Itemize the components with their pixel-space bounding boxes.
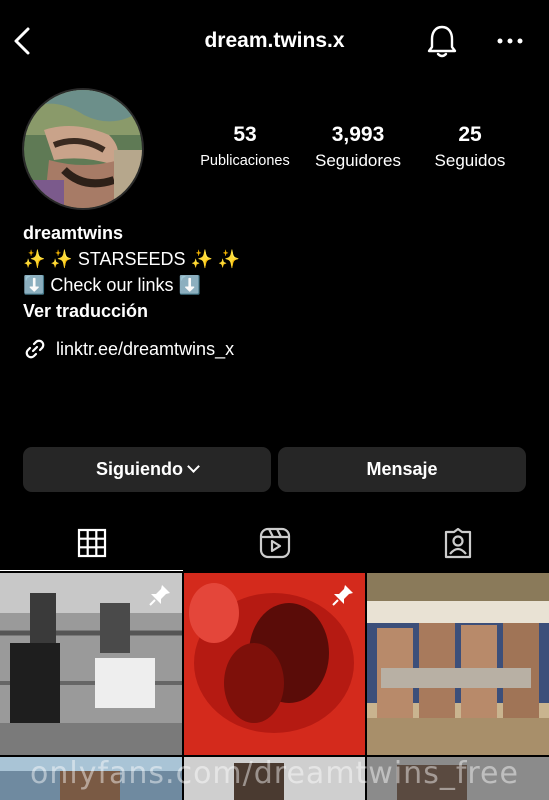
followers-count-value: 3,993 bbox=[331, 123, 385, 146]
posts-count[interactable]: 53 Publicaciones bbox=[192, 122, 298, 174]
posts-count-value: 53 bbox=[233, 123, 257, 146]
tab-reels[interactable] bbox=[183, 515, 366, 571]
bio-line: ✨ ✨ STARSEEDS ✨ ✨ bbox=[23, 249, 241, 269]
reels-icon bbox=[259, 527, 290, 559]
avatar[interactable] bbox=[22, 88, 144, 210]
more-horizontal-icon[interactable] bbox=[494, 28, 526, 54]
following-count[interactable]: 25 Seguidos bbox=[422, 122, 518, 174]
bio-line: ⬇️ Check our links ⬇️ bbox=[23, 275, 201, 295]
display-name: dreamtwins bbox=[23, 223, 124, 243]
post-thumbnail[interactable] bbox=[184, 573, 365, 755]
following-button-label: Siguiendo bbox=[96, 459, 183, 479]
pin-icon bbox=[149, 585, 170, 606]
post-thumbnail[interactable] bbox=[0, 573, 182, 755]
profile-username: dream.twins.x bbox=[204, 29, 345, 52]
message-button-label: Mensaje bbox=[366, 459, 438, 479]
profile-tabs bbox=[0, 515, 549, 571]
following-count-label: Seguidos bbox=[434, 151, 506, 170]
following-button[interactable]: Siguiendo bbox=[23, 447, 271, 492]
translate-link[interactable]: Ver traducción bbox=[23, 298, 523, 324]
profile-link[interactable]: linktr.ee/dreamtwins_x bbox=[23, 336, 234, 362]
following-count-value: 25 bbox=[458, 123, 482, 146]
grid-icon bbox=[77, 528, 106, 558]
profile-bio: dreamtwins ✨ ✨ STARSEEDS ✨ ✨ ⬇️ Check ou… bbox=[23, 220, 523, 324]
link-icon bbox=[25, 339, 45, 359]
watermark: onlyfans.com/dreamtwins_free bbox=[30, 756, 519, 791]
tab-tagged[interactable] bbox=[366, 515, 549, 571]
bell-icon[interactable] bbox=[424, 22, 460, 60]
top-bar: dream.twins.x bbox=[0, 0, 549, 82]
profile-link-text: linktr.ee/dreamtwins_x bbox=[56, 338, 235, 359]
post-thumbnail[interactable] bbox=[367, 573, 549, 755]
tab-posts[interactable] bbox=[0, 515, 183, 571]
posts-count-label: Publicaciones bbox=[200, 153, 290, 169]
followers-count-label: Seguidores bbox=[314, 151, 401, 170]
pin-icon bbox=[332, 585, 353, 606]
chevron-down-icon bbox=[187, 460, 200, 473]
tagged-icon bbox=[444, 527, 471, 559]
message-button[interactable]: Mensaje bbox=[278, 447, 526, 492]
followers-count[interactable]: 3,993 Seguidores bbox=[304, 122, 412, 174]
